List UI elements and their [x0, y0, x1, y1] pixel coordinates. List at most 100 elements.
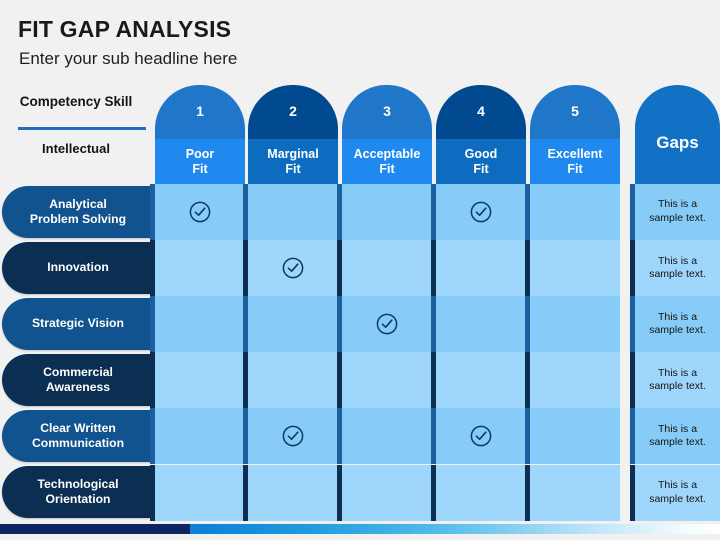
column-header-2[interactable]: 2 Marginal Fit — [248, 85, 338, 184]
competency-category-label: Intellectual — [42, 141, 110, 156]
column-number: 2 — [289, 103, 297, 119]
row-label-6[interactable]: Technological Orientation — [2, 466, 154, 518]
gaps-cell-r6[interactable]: This is a sample text. — [635, 464, 720, 521]
column-divider — [243, 408, 248, 465]
column-divider — [150, 296, 155, 353]
matrix-cell-r3-c1[interactable] — [155, 296, 245, 353]
matrix-cell-r4-c2[interactable] — [248, 352, 338, 409]
column-divider — [337, 184, 342, 241]
page-subtitle: Enter your sub headline here — [19, 49, 238, 68]
column-divider — [243, 184, 248, 241]
column-divider — [525, 240, 530, 297]
column-divider — [337, 352, 342, 409]
matrix-cell-r2-c3[interactable] — [342, 240, 432, 297]
matrix-cell-r1-c5[interactable] — [530, 184, 620, 241]
column-header-label: Good Fit — [464, 146, 498, 176]
matrix-cell-r5-c1[interactable] — [155, 408, 245, 465]
matrix-cell-r1-c3[interactable] — [342, 184, 432, 241]
column-arch-1: 1 — [155, 85, 245, 139]
gaps-cell-text: This is a sample text. — [649, 422, 706, 449]
gaps-cell-text: This is a sample text. — [649, 310, 706, 337]
column-divider — [243, 240, 248, 297]
matrix-cell-r2-c2[interactable] — [248, 240, 338, 297]
check-circle-icon — [469, 424, 493, 448]
matrix-cell-r6-c2[interactable] — [248, 464, 338, 521]
column-header-body-4: Good Fit — [436, 139, 526, 184]
matrix-cell-r1-c2[interactable] — [248, 184, 338, 241]
footer-bar-gradient — [190, 524, 720, 534]
row-label-3[interactable]: Strategic Vision — [2, 297, 154, 350]
row-label-text: Technological Orientation — [37, 477, 119, 506]
matrix-cell-r6-c4[interactable] — [436, 464, 526, 521]
matrix-cell-r5-c2[interactable] — [248, 408, 338, 465]
row-label-text: Clear Written Communication — [31, 421, 125, 450]
competency-skill-label: Competency Skill — [19, 94, 133, 109]
matrix-cell-r2-c5[interactable] — [530, 240, 620, 297]
column-header-label: Poor Fit — [185, 146, 215, 176]
table-row: Clear Written Communication This is a sam… — [0, 408, 720, 465]
column-divider — [525, 464, 530, 521]
column-divider — [243, 352, 248, 409]
matrix-cell-r3-c4[interactable] — [436, 296, 526, 353]
matrix-cell-r3-c5[interactable] — [530, 296, 620, 353]
matrix-cell-r3-c2[interactable] — [248, 296, 338, 353]
matrix-cell-r1-c4[interactable] — [436, 184, 526, 241]
row-label-1[interactable]: Analytical Problem Solving — [2, 185, 154, 238]
column-divider — [150, 464, 155, 521]
gaps-cell-r2[interactable]: This is a sample text. — [635, 240, 720, 297]
table-row: Analytical Problem Solving This is a samp… — [0, 184, 720, 241]
row-label-5[interactable]: Clear Written Communication — [2, 409, 154, 462]
column-divider — [243, 464, 248, 521]
matrix-cell-r3-c3[interactable] — [342, 296, 432, 353]
row-label-2[interactable]: Innovation — [2, 241, 154, 294]
gaps-cell-r4[interactable]: This is a sample text. — [635, 352, 720, 409]
matrix-cell-r2-c4[interactable] — [436, 240, 526, 297]
gaps-cell-text: This is a sample text. — [649, 254, 706, 281]
column-header-3[interactable]: 3 Acceptable Fit — [342, 85, 432, 184]
gaps-header-label: Gaps — [656, 132, 699, 152]
column-header-body-2: Marginal Fit — [248, 139, 338, 184]
matrix-cell-r4-c5[interactable] — [530, 352, 620, 409]
column-number: 1 — [196, 103, 204, 119]
column-header-body-1: Poor Fit — [155, 139, 245, 184]
gaps-cell-text: This is a sample text. — [649, 478, 706, 505]
matrix-cell-r6-c3[interactable] — [342, 464, 432, 521]
row-label-4[interactable]: Commercial Awareness — [2, 353, 154, 406]
column-divider — [525, 184, 530, 241]
column-divider — [150, 184, 155, 241]
matrix-cell-r4-c4[interactable] — [436, 352, 526, 409]
matrix-cell-r5-c3[interactable] — [342, 408, 432, 465]
matrix-cell-r5-c5[interactable] — [530, 408, 620, 465]
matrix-cell-r6-c1[interactable] — [155, 464, 245, 521]
matrix-cell-r5-c4[interactable] — [436, 408, 526, 465]
gaps-cell-r1[interactable]: This is a sample text. — [635, 184, 720, 241]
table-row: Innovation This is a sample text. — [0, 240, 720, 297]
matrix-cell-r4-c1[interactable] — [155, 352, 245, 409]
table-row: Technological Orientation This is a sampl… — [0, 464, 720, 521]
column-divider — [243, 296, 248, 353]
gaps-cell-r5[interactable]: This is a sample text. — [635, 408, 720, 465]
gaps-cell-r3[interactable]: This is a sample text. — [635, 296, 720, 353]
column-divider — [431, 296, 436, 353]
matrix-cell-r6-c5[interactable] — [530, 464, 620, 521]
matrix-cell-r2-c1[interactable] — [155, 240, 245, 297]
column-header-body-3: Acceptable Fit — [342, 139, 432, 184]
column-header-gaps[interactable]: Gaps — [635, 85, 720, 184]
column-divider — [150, 240, 155, 297]
column-divider — [431, 464, 436, 521]
check-circle-icon — [469, 200, 493, 224]
column-header-label: Acceptable Fit — [353, 146, 421, 176]
check-circle-icon — [188, 200, 212, 224]
column-header-4[interactable]: 4 Good Fit — [436, 85, 526, 184]
footer-bar-solid — [0, 524, 190, 534]
column-header-1[interactable]: 1 Poor Fit — [155, 85, 245, 184]
column-arch-3: 3 — [342, 85, 432, 139]
column-divider — [525, 408, 530, 465]
column-header-5[interactable]: 5 Excellent Fit — [530, 85, 620, 184]
table-row: Strategic Vision This is a sample text. — [0, 296, 720, 353]
column-divider — [431, 352, 436, 409]
competency-header-block: Competency Skill Intellectual — [0, 88, 152, 184]
matrix-cell-r1-c1[interactable] — [155, 184, 245, 241]
matrix-cell-r4-c3[interactable] — [342, 352, 432, 409]
column-divider — [337, 240, 342, 297]
